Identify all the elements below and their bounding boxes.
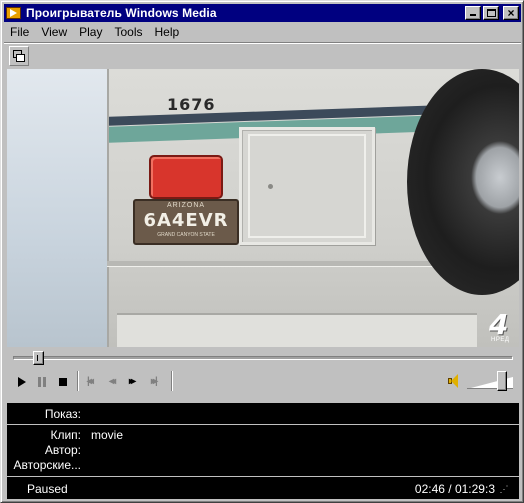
- time-readout: 02:46 / 01:29:3: [414, 482, 495, 496]
- menu-view[interactable]: View: [35, 23, 73, 42]
- menu-help[interactable]: Help: [149, 23, 186, 42]
- menu-play[interactable]: Play: [73, 23, 108, 42]
- switch-mode-button[interactable]: [9, 46, 29, 66]
- resize-grip-icon[interactable]: ⋰: [497, 483, 511, 495]
- menu-tools[interactable]: Tools: [108, 23, 148, 42]
- copyright-row: Авторские...: [7, 457, 519, 473]
- rewind-button[interactable]: ◂◂: [107, 373, 125, 391]
- volume-thumb[interactable]: [496, 371, 507, 391]
- clip-label: Клип:: [50, 428, 81, 442]
- close-button[interactable]: ×: [503, 6, 519, 20]
- minimize-button[interactable]: [465, 6, 481, 20]
- clip-row: Клип: movie: [7, 427, 519, 443]
- author-row: Автор:: [7, 442, 519, 458]
- stop-icon: [59, 378, 67, 386]
- controls-separator: [77, 371, 79, 391]
- title-bar[interactable]: Проигрыватель Windows Media ×: [4, 4, 521, 22]
- pause-icon: [38, 377, 46, 387]
- show-row: Показ:: [7, 406, 519, 422]
- controls-separator-2: [171, 371, 173, 391]
- video-display[interactable]: 1676 ARIZONA 6A4EVR GRAND CANYON STATE 4…: [7, 69, 519, 347]
- close-icon: ×: [507, 6, 515, 20]
- rewind-icon: ◂◂: [109, 376, 116, 387]
- skip-forward-button[interactable]: ▸▸|: [149, 373, 167, 391]
- window-title: Проигрыватель Windows Media: [26, 6, 217, 20]
- skip-back-icon: |◂◂: [87, 376, 94, 387]
- video-lower-panel: [117, 313, 477, 347]
- mute-button[interactable]: [447, 373, 463, 389]
- media-player-window: Проигрыватель Windows Media × File View …: [0, 0, 524, 503]
- maximize-icon: [487, 9, 496, 17]
- switch-mode-icon-front: [16, 54, 25, 62]
- seek-thumb[interactable]: [32, 351, 44, 365]
- fast-forward-button[interactable]: ▸▸: [127, 373, 145, 391]
- clip-value: movie: [91, 428, 124, 442]
- stop-button[interactable]: [54, 373, 72, 391]
- video-door: [239, 127, 375, 245]
- skip-forward-icon: ▸▸|: [151, 376, 158, 387]
- seek-bar[interactable]: [13, 356, 513, 360]
- author-label: Автор:: [44, 443, 81, 457]
- play-icon: [18, 377, 26, 387]
- menu-bar: File View Play Tools Help: [4, 23, 521, 42]
- video-rv-number: 1676: [167, 95, 216, 114]
- info-panel: Показ: Клип: movie Автор: Авторские... P…: [7, 403, 519, 499]
- minimize-icon: [470, 14, 476, 16]
- speaker-icon-cone: [451, 374, 458, 388]
- media-player-icon[interactable]: [6, 6, 22, 20]
- copyright-label: Авторские...: [13, 458, 81, 472]
- video-taillight: [149, 155, 223, 199]
- info-divider: [7, 424, 519, 425]
- toolbar: [4, 44, 521, 68]
- plate-tagline: GRAND CANYON STATE: [157, 232, 215, 238]
- skip-back-button[interactable]: |◂◂: [85, 373, 103, 391]
- pause-button[interactable]: [33, 373, 51, 391]
- playback-status: Paused: [27, 482, 68, 496]
- channel-logo-sub: НРЕД: [491, 337, 510, 343]
- plate-number: 6A4EVR: [143, 210, 229, 231]
- menu-file[interactable]: File: [4, 23, 35, 42]
- show-label: Показ:: [44, 407, 81, 421]
- maximize-button[interactable]: [483, 6, 499, 20]
- video-license-plate: ARIZONA 6A4EVR GRAND CANYON STATE: [133, 199, 239, 245]
- play-button[interactable]: [13, 373, 31, 391]
- status-divider: [7, 476, 519, 477]
- fast-forward-icon: ▸▸: [129, 376, 136, 387]
- plate-state: ARIZONA: [166, 202, 206, 209]
